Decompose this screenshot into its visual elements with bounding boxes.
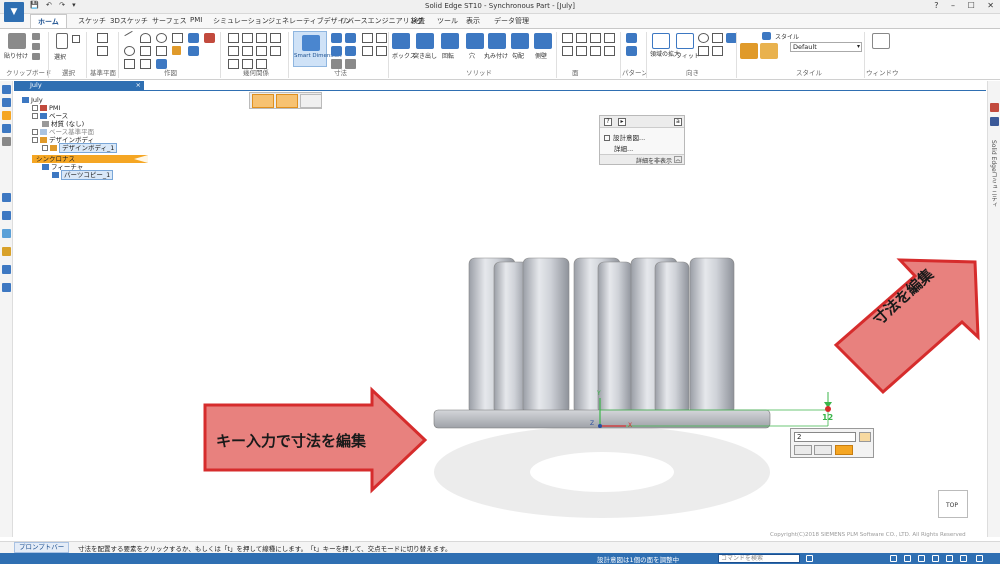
dimension-value-label[interactable]: 12 bbox=[822, 413, 833, 422]
cylinder[interactable] bbox=[597, 261, 633, 415]
view-cube-label: TOP bbox=[946, 502, 959, 509]
direction-right-button[interactable] bbox=[835, 445, 853, 455]
app-menu-button[interactable]: ▼ bbox=[4, 2, 24, 22]
x-axis-label: X bbox=[628, 422, 633, 429]
view-style-icon[interactable] bbox=[946, 555, 953, 562]
prompt-bar: プロンプトバー 寸法を配置する要素をクリックするか、もしくは「t」を押して線種に… bbox=[0, 541, 1000, 553]
lock-icon[interactable] bbox=[859, 432, 871, 442]
pan-view-icon[interactable] bbox=[918, 555, 925, 562]
direction-both-button[interactable] bbox=[814, 445, 832, 455]
dimension-edit-box: 2 bbox=[790, 428, 874, 458]
cylinder[interactable] bbox=[654, 261, 690, 415]
direction-left-button[interactable] bbox=[794, 445, 812, 455]
left-callout-text: キー入力で寸法を編集 bbox=[216, 432, 367, 450]
dimension-handle[interactable] bbox=[825, 406, 831, 412]
solid-edge-community-label[interactable]: Solid Edgeコミュニティ bbox=[989, 140, 998, 208]
base-plate[interactable] bbox=[433, 409, 771, 429]
z-axis-label: Z bbox=[590, 420, 595, 427]
origin-marker bbox=[598, 424, 602, 428]
command-search-input[interactable]: コマンドを検索 bbox=[718, 554, 800, 563]
prompt-text: 寸法を配置する要素をクリックするか、もしくは「t」を押して線種にします。 「t」… bbox=[78, 545, 452, 553]
view-cube[interactable]: TOP bbox=[938, 490, 968, 518]
cylinder[interactable] bbox=[522, 257, 570, 415]
cylinders bbox=[468, 257, 735, 415]
status-message: 設計意図は1個の面を調整中 bbox=[597, 556, 680, 564]
zoom-view-icon[interactable] bbox=[904, 555, 911, 562]
fit-view-icon[interactable] bbox=[890, 555, 897, 562]
view-orientation-status-icon[interactable] bbox=[960, 555, 967, 562]
cylinder[interactable] bbox=[689, 257, 735, 415]
status-bar: 設計意図は1個の面を調整中 コマンドを検索 bbox=[0, 553, 1000, 564]
copyright-text: Copyright(C)2018 SIEMENS PLM Software CO… bbox=[770, 532, 966, 538]
prompt-bar-label[interactable]: プロンプトバー bbox=[14, 542, 70, 553]
search-icon[interactable] bbox=[806, 555, 813, 562]
youtube-icon[interactable] bbox=[990, 103, 999, 112]
rotate-view-icon[interactable] bbox=[932, 555, 939, 562]
model-viewport[interactable] bbox=[0, 0, 1000, 564]
settings-icon[interactable] bbox=[976, 555, 983, 562]
dimension-value-input[interactable]: 2 bbox=[794, 432, 856, 442]
facebook-icon[interactable] bbox=[990, 117, 999, 126]
shadow-ellipse-inner bbox=[530, 452, 674, 492]
y-axis-label: Y bbox=[597, 390, 601, 397]
